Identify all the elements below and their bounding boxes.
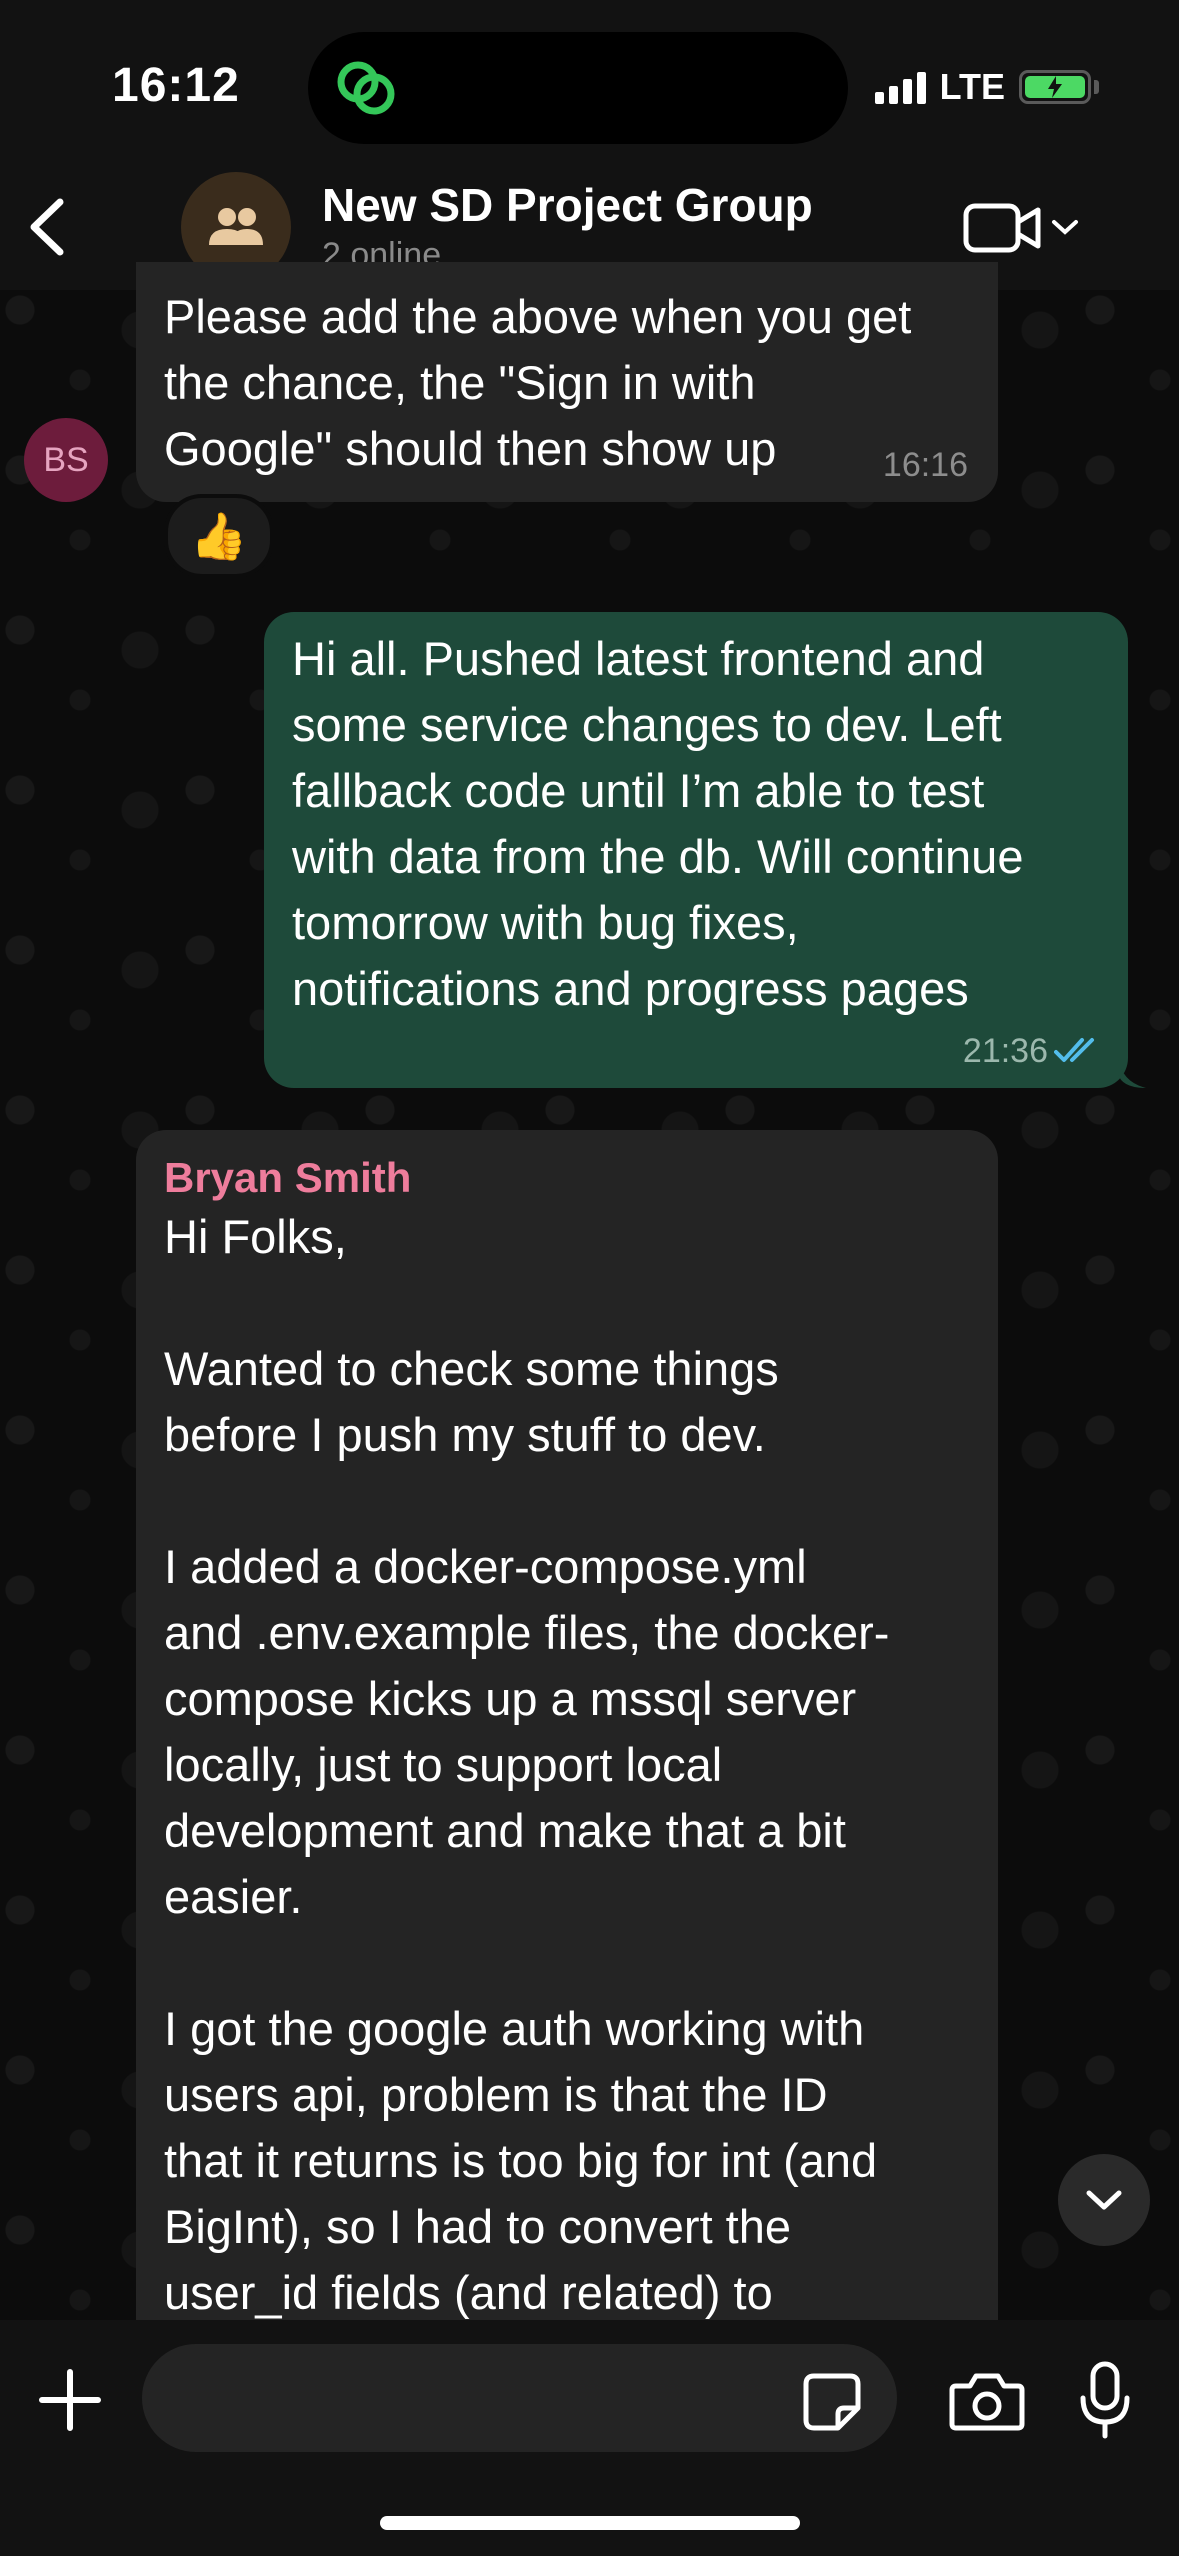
message-bubble-incoming[interactable]: Bryan Smith Hi Folks, Wanted to check so…	[136, 1130, 998, 2360]
message-time: 21:36	[962, 1032, 1048, 1070]
group-icon	[209, 208, 263, 245]
camera-button[interactable]	[948, 2370, 1026, 2434]
dynamic-island	[308, 32, 848, 144]
chevron-down-icon	[1052, 220, 1078, 235]
message-bubble-incoming[interactable]: Please add the above when you get the ch…	[136, 262, 998, 502]
microphone-button[interactable]	[1078, 2360, 1132, 2440]
video-call-button[interactable]	[962, 196, 1092, 260]
attach-button[interactable]	[36, 2366, 104, 2434]
status-bar: 16:12 LTE	[0, 0, 1179, 170]
status-indicators: LTE	[874, 66, 1099, 108]
read-receipt-icon	[1054, 1038, 1094, 1062]
signal-icon	[874, 70, 926, 104]
bubble-tail	[1118, 1058, 1146, 1088]
chevron-down-icon	[1086, 2190, 1122, 2210]
chat-title[interactable]: New SD Project Group	[322, 178, 813, 232]
back-button[interactable]	[18, 192, 78, 262]
home-indicator[interactable]	[380, 2516, 800, 2530]
network-label: LTE	[939, 66, 1005, 107]
message-bubble-outgoing[interactable]: Hi all. Pushed latest frontend and some …	[264, 612, 1128, 1088]
message-input[interactable]	[142, 2344, 897, 2452]
sender-name[interactable]: Bryan Smith	[164, 1150, 411, 1206]
scroll-to-bottom-button[interactable]	[1058, 2154, 1150, 2246]
status-time: 16:12	[112, 59, 240, 112]
sticker-button[interactable]	[800, 2370, 864, 2434]
message-text: Hi Folks, Wanted to check some things be…	[164, 1210, 890, 2319]
video-camera-icon	[963, 203, 1041, 253]
message-text: Hi all. Pushed latest frontend and some …	[292, 632, 1024, 1015]
reaction-badge[interactable]: 👍	[164, 494, 274, 578]
battery-icon	[1019, 70, 1099, 104]
message-text: Please add the above when you get the ch…	[164, 290, 912, 475]
avatar[interactable]: BS	[24, 418, 108, 502]
link-icon	[337, 61, 395, 115]
message-time: 16:16	[882, 446, 968, 484]
